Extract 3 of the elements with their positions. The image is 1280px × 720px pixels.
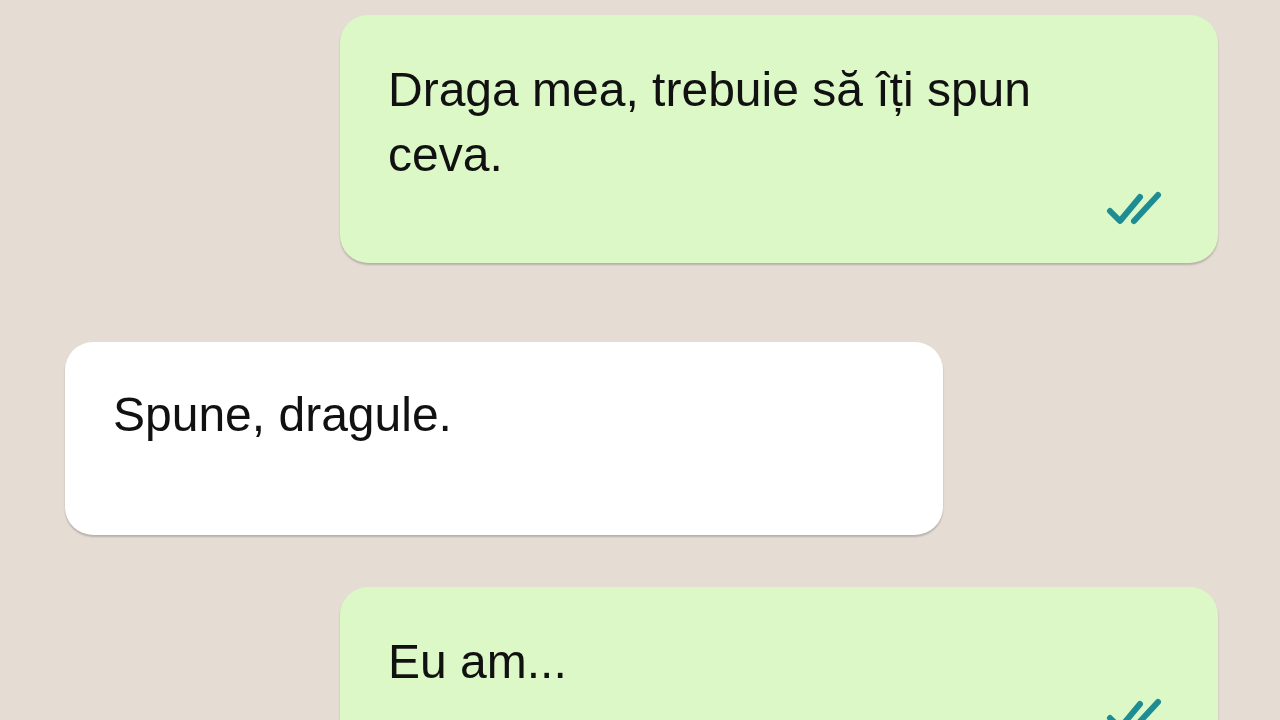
message-text: Eu am...: [388, 634, 568, 690]
message-text: Draga mea, trebuie să îți spun ceva.: [388, 62, 1032, 183]
message-text: Spune, dragule.: [113, 387, 453, 443]
